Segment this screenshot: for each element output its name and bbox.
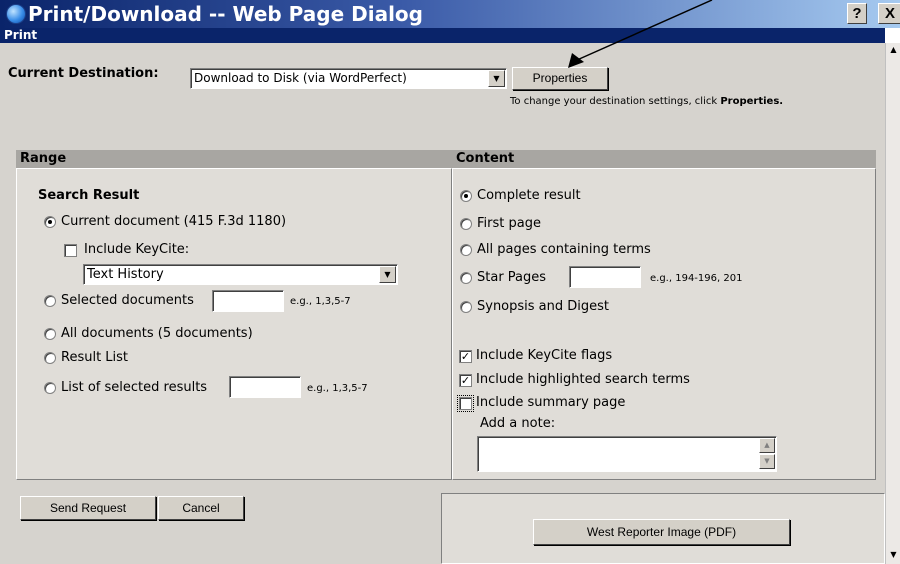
list-selected-results-input[interactable]: [229, 376, 301, 398]
add-note-label: Add a note:: [480, 416, 556, 431]
first-page-radio[interactable]: [460, 218, 472, 230]
selected-documents-label: Selected documents: [61, 293, 194, 308]
synopsis-digest-radio[interactable]: [460, 301, 472, 313]
note-scroll-down-icon[interactable]: ▼: [759, 454, 775, 469]
content-panel: [452, 168, 876, 480]
west-reporter-pdf-button[interactable]: West Reporter Image (PDF): [533, 519, 790, 545]
result-list-label: Result List: [61, 350, 129, 365]
include-summary-checkbox[interactable]: [457, 395, 474, 412]
section-strip: [0, 28, 885, 43]
list-selected-results-label: List of selected results: [61, 380, 208, 395]
window-title: Print/Download -- Web Page Dialog: [28, 2, 423, 26]
include-keycite-flags-checkbox[interactable]: ✓: [459, 350, 472, 363]
note-scroll-up-icon[interactable]: ▲: [759, 438, 775, 453]
complete-result-label: Complete result: [477, 188, 581, 203]
selected-documents-radio[interactable]: [44, 295, 56, 307]
star-pages-example: e.g., 194-196, 201: [650, 273, 743, 284]
search-result-heading: Search Result: [38, 188, 140, 203]
include-keycite-checkbox[interactable]: [64, 244, 77, 257]
chevron-down-icon[interactable]: ▼: [379, 266, 396, 283]
selected-documents-example: e.g., 1,3,5-7: [290, 296, 351, 307]
properties-button[interactable]: Properties: [512, 67, 608, 90]
send-request-button[interactable]: Send Request: [20, 496, 156, 520]
star-pages-radio[interactable]: [460, 272, 472, 284]
include-keycite-flags-label: Include KeyCite flags: [476, 348, 613, 363]
star-pages-input[interactable]: [569, 266, 641, 288]
content-header: Content: [452, 150, 876, 168]
list-selected-results-radio[interactable]: [44, 382, 56, 394]
star-pages-label: Star Pages: [477, 270, 547, 285]
complete-result-radio[interactable]: [460, 190, 472, 202]
destination-select[interactable]: Download to Disk (via WordPerfect) ▼: [190, 68, 507, 89]
section-label: Print: [4, 28, 38, 42]
include-highlighted-label: Include highlighted search terms: [476, 372, 690, 387]
keycite-value: Text History: [87, 267, 164, 282]
ie-globe-icon: [6, 4, 26, 24]
scroll-up-icon[interactable]: ▲: [886, 43, 900, 57]
include-summary-label: Include summary page: [476, 395, 626, 410]
close-button[interactable]: X: [878, 3, 900, 24]
chevron-down-icon[interactable]: ▼: [488, 70, 505, 87]
all-documents-radio[interactable]: [44, 328, 56, 340]
vertical-scrollbar[interactable]: ▲ ▼: [885, 43, 900, 564]
help-button[interactable]: ?: [847, 3, 867, 24]
first-page-label: First page: [477, 216, 541, 231]
all-pages-terms-radio[interactable]: [460, 244, 472, 256]
all-pages-terms-label: All pages containing terms: [477, 242, 651, 257]
keycite-select[interactable]: Text History ▼: [83, 264, 398, 285]
properties-hint-bold: Properties.: [720, 96, 784, 107]
all-documents-label: All documents (5 documents): [61, 326, 253, 341]
result-list-radio[interactable]: [44, 352, 56, 364]
range-header: Range: [16, 150, 452, 168]
destination-value: Download to Disk (via WordPerfect): [194, 71, 407, 85]
note-textarea[interactable]: ▲ ▼: [477, 436, 777, 472]
selected-documents-input[interactable]: [212, 290, 284, 312]
include-highlighted-checkbox[interactable]: ✓: [459, 374, 472, 387]
include-keycite-label: Include KeyCite:: [84, 242, 190, 257]
list-selected-example: e.g., 1,3,5-7: [307, 383, 368, 394]
cancel-button[interactable]: Cancel: [158, 496, 244, 520]
current-document-label: Current document (415 F.3d 1180): [61, 214, 287, 229]
synopsis-digest-label: Synopsis and Digest: [477, 299, 610, 314]
properties-hint-text: To change your destination settings, cli…: [510, 96, 721, 107]
properties-hint: To change your destination settings, cli…: [510, 96, 783, 107]
scroll-down-icon[interactable]: ▼: [886, 548, 900, 562]
current-document-radio[interactable]: [44, 216, 56, 228]
destination-label: Current Destination:: [8, 66, 159, 81]
